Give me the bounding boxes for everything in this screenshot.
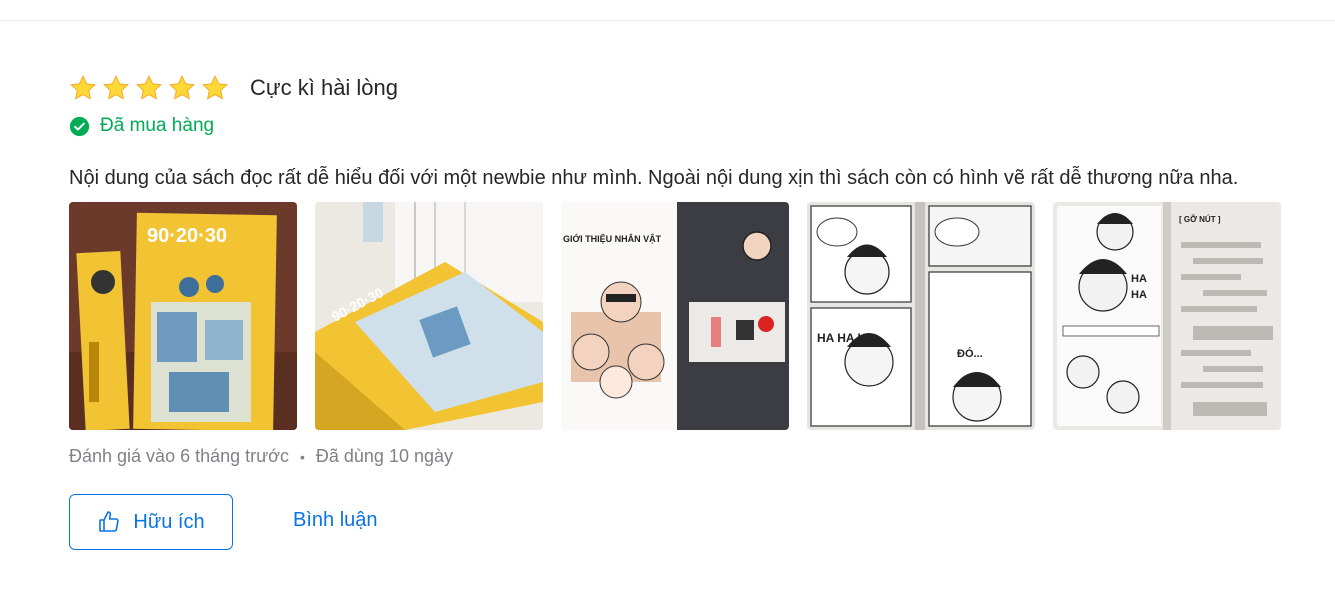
review-photos: 90·20·30 90·20·30 GIỚI THIỆU NHÂN VẬT HA… [69,202,1299,430]
review-photo[interactable]: HA HA [ GỠ NÚT ] [1053,202,1281,430]
review-content: Nội dung của sách đọc rất dễ hiểu đối vớ… [69,167,1239,189]
star-icon [169,75,195,100]
purchased-badge: Đã mua hàng [69,114,1299,138]
review-photo[interactable]: 90·20·30 [315,202,543,430]
rating-row: Cực kì hài lòng [69,70,1299,106]
usage-duration: Đã dùng 10 ngày [315,446,453,466]
helpful-label: Hữu ích [133,510,205,533]
review-actions: Hữu ích Bình luận [69,494,1299,550]
svg-text:HA: HA [1131,273,1147,285]
rating-title: Cực kì hài lòng [250,75,399,100]
cover-title: 90·20·30 [147,225,227,247]
star-icon [136,75,162,100]
comic-laugh: HA HA HA [817,331,875,345]
book-cover-photo: 90·20·30 [69,202,297,430]
review-meta: Đánh giá vào 6 tháng trước • Đã dùng 10 … [69,446,1299,467]
review-photo[interactable]: 90·20·30 [69,202,297,430]
check-circle-icon [69,116,90,136]
top-divider [0,20,1335,21]
comic-ellipsis: ĐÓ... [957,347,983,360]
star-icon [70,75,96,100]
purchased-label: Đã mua hàng [100,115,215,136]
meta-separator: • [299,448,305,465]
review-photo[interactable]: HA HA HA ĐÓ... [807,202,1035,430]
comment-button[interactable]: Bình luận [293,509,378,532]
helpful-button[interactable]: Hữu ích [69,494,233,550]
review-date: Đánh giá vào 6 tháng trước [69,446,289,466]
review-photo[interactable]: GIỚI THIỆU NHÂN VẬT [561,202,789,430]
star-rating [69,74,229,102]
comic-chat-page-photo: HA HA [ GỠ NÚT ] [1053,202,1281,430]
svg-text:HA: HA [1131,289,1147,301]
page-heading: GIỚI THIỆU NHÂN VẬT [563,233,662,244]
chat-header: [ GỠ NÚT ] [1179,215,1221,224]
book-spine-photo: 90·20·30 [315,202,543,430]
thumbs-up-icon [99,511,120,532]
comic-page-photo: HA HA HA ĐÓ... [807,202,1035,430]
star-icon [202,75,228,100]
review-item: Cực kì hài lòng Đã mua hàng Nội dung của… [69,70,1299,550]
character-intro-page-photo: GIỚI THIỆU NHÂN VẬT [561,202,789,430]
star-icon [103,75,129,100]
